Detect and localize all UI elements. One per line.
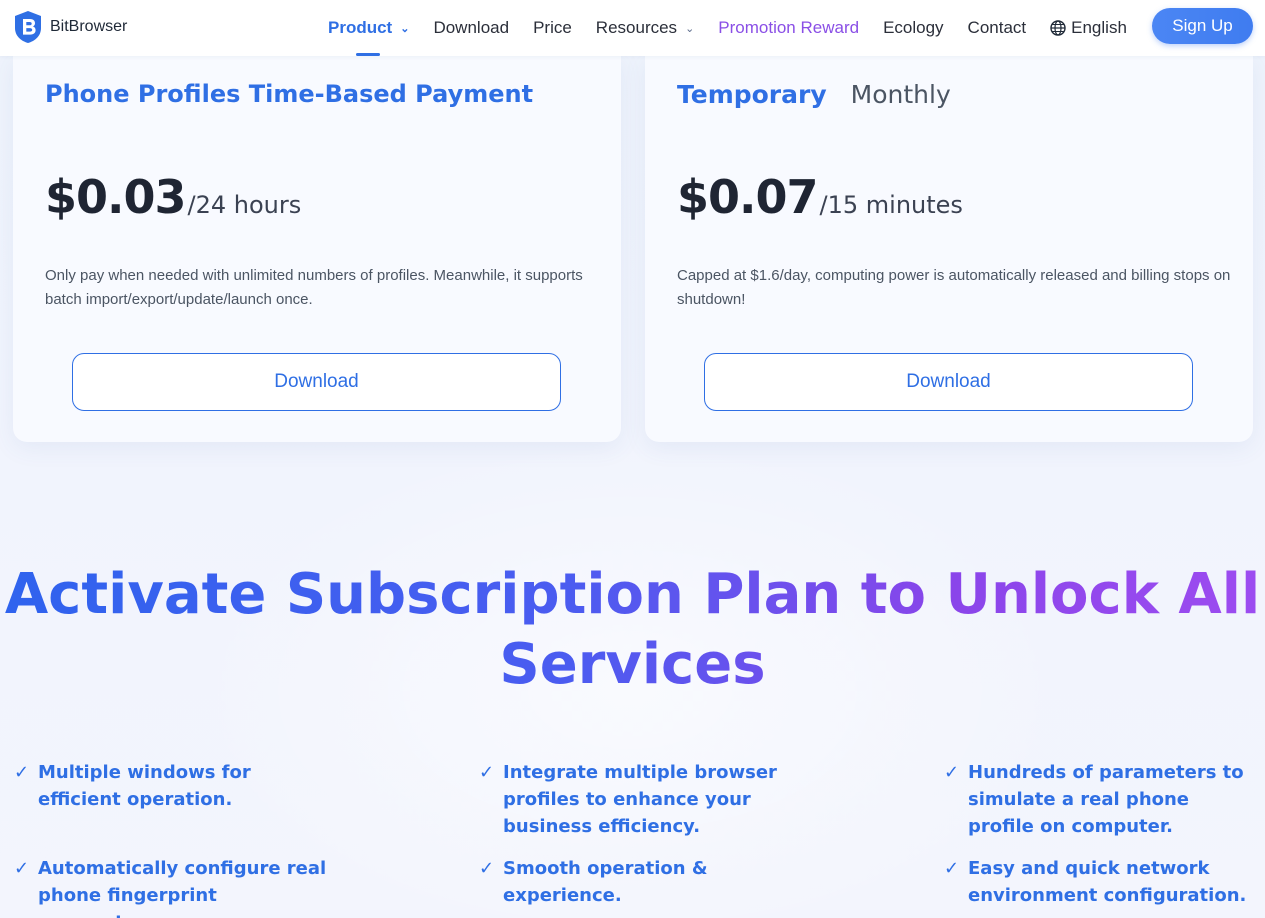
nav-item-price[interactable]: Price	[533, 0, 572, 56]
feature-text: Hundreds of parameters to simulate a rea…	[968, 762, 1244, 837]
feature-item: ✓ Smooth operation & experience.	[479, 855, 793, 909]
pricing-card-phone-profiles: Phone Profiles Time-Based Payment $0.03 …	[13, 56, 621, 442]
nav-item-download[interactable]: Download	[433, 0, 509, 56]
card-description: Only pay when needed with unlimited numb…	[45, 267, 583, 308]
price-amount: $0.07	[677, 170, 819, 224]
card-description: Capped at $1.6/day, computing power is a…	[677, 267, 1231, 308]
bitbrowser-logo-icon	[15, 11, 41, 43]
nav-menu: Product ⌄ Download Price Resources ⌄ Pro…	[328, 0, 1151, 56]
nav-item-promotion-reward[interactable]: Promotion Reward	[718, 0, 859, 56]
price-block: $0.07 /15 minutes	[677, 170, 963, 224]
sign-up-button[interactable]: Sign Up	[1152, 8, 1253, 44]
headline-line-2: Services	[499, 632, 766, 697]
nav-item-label: Ecology	[883, 18, 944, 37]
checkmark-icon: ✓	[479, 858, 495, 879]
tab-monthly[interactable]: Monthly	[851, 80, 951, 109]
price-unit: /24 hours	[187, 191, 302, 219]
nav-item-resources[interactable]: Resources ⌄	[596, 0, 694, 56]
brand-name: BitBrowser	[50, 18, 128, 35]
checkmark-icon: ✓	[944, 762, 960, 783]
checkmark-icon: ✓	[14, 762, 30, 783]
language-label: English	[1071, 18, 1127, 37]
chevron-down-icon: ⌄	[400, 22, 410, 35]
language-selector[interactable]: English	[1050, 0, 1127, 56]
globe-icon	[1050, 20, 1066, 36]
nav-item-product[interactable]: Product ⌄	[328, 0, 409, 56]
billing-tabs: Temporary Monthly	[677, 80, 975, 109]
subscription-headline: Activate Subscription Plan to Unlock All…	[0, 560, 1265, 700]
price-amount: $0.03	[45, 170, 187, 224]
top-navbar: BitBrowser Product ⌄ Download Price Reso…	[0, 0, 1265, 56]
price-unit: /15 minutes	[819, 191, 963, 219]
feature-item: ✓ Integrate multiple browser profiles to…	[479, 759, 793, 840]
nav-item-label: Download	[433, 18, 510, 37]
feature-text: Smooth operation & experience.	[503, 858, 708, 906]
feature-item: ✓ Hundreds of parameters to simulate a r…	[944, 759, 1258, 840]
card-title: Phone Profiles Time-Based Payment	[45, 80, 534, 108]
feature-item: ✓ Automatically configure real phone fin…	[14, 855, 328, 918]
headline-line-1: Activate Subscription Plan to Unlock All	[4, 562, 1261, 627]
feature-item: ✓ Easy and quick network environment con…	[944, 855, 1258, 909]
tab-temporary[interactable]: Temporary	[677, 80, 827, 109]
nav-item-label: Resources	[595, 18, 678, 37]
checkmark-icon: ✓	[479, 762, 495, 783]
nav-item-label: Contact	[967, 18, 1027, 37]
nav-item-label: Product	[328, 18, 393, 37]
feature-text: Easy and quick network environment confi…	[968, 858, 1247, 906]
feature-text: Integrate multiple browser profiles to e…	[503, 762, 777, 837]
checkmark-icon: ✓	[944, 858, 960, 879]
feature-text: Automatically configure real phone finge…	[38, 858, 327, 918]
nav-item-label: Price	[533, 18, 572, 37]
price-block: $0.03 /24 hours	[45, 170, 301, 224]
checkmark-icon: ✓	[14, 858, 30, 879]
nav-item-contact[interactable]: Contact	[968, 0, 1027, 56]
download-button[interactable]: Download	[704, 353, 1193, 411]
feature-text: Multiple windows for efficient operation…	[38, 762, 251, 810]
nav-item-ecology[interactable]: Ecology	[883, 0, 943, 56]
brand[interactable]: BitBrowser	[12, 10, 127, 44]
download-button[interactable]: Download	[72, 353, 561, 411]
pricing-card-temporary: Temporary Monthly $0.07 /15 minutes Capp…	[645, 56, 1253, 442]
chevron-down-icon: ⌄	[685, 22, 695, 35]
feature-item: ✓ Multiple windows for efficient operati…	[14, 759, 328, 813]
nav-item-label: Promotion Reward	[718, 18, 860, 37]
